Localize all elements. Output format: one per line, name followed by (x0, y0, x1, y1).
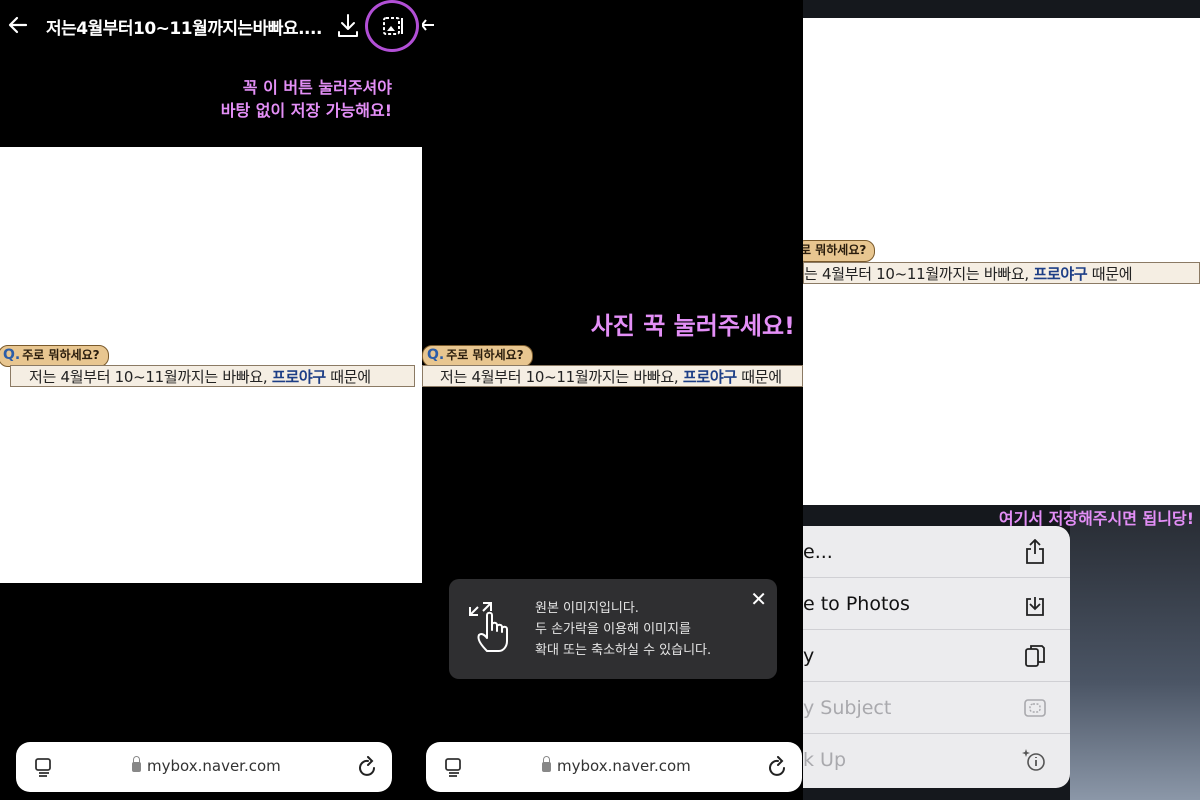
question-tag: Q. 주로 뭐하세요? (422, 345, 533, 367)
menu-item-save-to-photos[interactable]: e to Photos (803, 578, 1070, 630)
menu-item-label: y Subject (803, 697, 892, 719)
panel-1: 저는4월부터10~11월까지는바빠요.... 꼭 이 버튼 눌러주셔야 바탕 없… (0, 0, 422, 800)
copy-icon (1025, 645, 1045, 667)
caption-text: 저는 4월부터 10~11월까지는 바빠요, (440, 368, 683, 386)
save-to-photos-icon (1026, 597, 1044, 616)
reader-icon[interactable] (34, 757, 54, 777)
menu-item-copy[interactable]: y (803, 630, 1070, 682)
subject-icon (1024, 699, 1046, 717)
share-icon (1026, 539, 1044, 564)
caption-tail: 때문에 (325, 368, 371, 386)
question-tag: 로 뭐하세요? (803, 240, 876, 262)
menu-item-label: e to Photos (803, 593, 910, 615)
question-text: 로 뭐하세요? (803, 243, 867, 257)
caption-text: 는 4월부터 10~11월까지는 바빠요, (804, 265, 1034, 283)
menu-item-label: k Up (803, 749, 847, 771)
visual-lookup-icon (1022, 749, 1045, 771)
url-display: mybox.naver.com (132, 756, 281, 775)
panel-2: 사진 꾹 눌러주세요! Q. 주로 뭐하세요? 저는 4월부터 10~11월까지는… (422, 0, 803, 800)
caption-text: 저는 4월부터 10~11월까지는 바빠요, (29, 368, 272, 386)
menu-item-share[interactable]: e... (803, 526, 1070, 578)
pinch-zoom-hand-icon (469, 602, 508, 652)
caption-bar: 저는 4월부터 10~11월까지는 바빠요, 프로야구 때문에 (10, 365, 415, 387)
caption-highlight: 프로야구 (271, 368, 326, 386)
menu-item-copy-subject[interactable]: y Subject (803, 682, 1070, 734)
menu-fragment-icon (422, 19, 434, 31)
caption-tail: 때문에 (736, 368, 782, 386)
caption-bar: 는 4월부터 10~11월까지는 바빠요, 프로야구 때문에 (803, 262, 1200, 284)
toast-message: 원본 이미지입니다. 두 손가락을 이용해 이미지를 확대 또는 축소하실 수 … (535, 601, 712, 658)
menu-item-look-up[interactable]: k Up (803, 734, 1070, 786)
question-tag: Q. 주로 뭐하세요? (0, 345, 109, 367)
caption-highlight: 프로야구 (1033, 265, 1088, 283)
lock-icon (542, 756, 551, 772)
blurred-background (1070, 505, 1200, 800)
address-bar[interactable]: mybox.naver.com (16, 742, 392, 792)
page-title: 저는4월부터10~11월까지는바빠요.... (46, 19, 322, 39)
back-arrow-icon[interactable] (6, 13, 30, 37)
address-bar[interactable]: mybox.naver.com (426, 742, 802, 792)
zoom-toast: 원본 이미지입니다. 두 손가락을 이용해 이미지를 확대 또는 축소하실 수 … (449, 579, 777, 679)
question-text: 주로 뭐하세요? (22, 348, 100, 362)
menu-item-label: y (803, 645, 815, 667)
question-text: 주로 뭐하세요? (446, 348, 524, 362)
url-display: mybox.naver.com (542, 756, 691, 775)
caption-bar[interactable]: 저는 4월부터 10~11월까지는 바빠요, 프로야구 때문에 (422, 365, 803, 387)
reload-icon[interactable] (358, 756, 378, 778)
q-mark: Q. (427, 347, 445, 363)
caption-tail: 때문에 (1087, 265, 1133, 283)
context-menu: e... e to Photos y y Subject k Up (803, 526, 1070, 788)
reader-icon[interactable] (444, 757, 464, 777)
instruction-text: 꼭 이 버튼 눌러주셔야 바탕 없이 저장 가능해요! (220, 78, 392, 120)
q-mark: Q. (3, 347, 21, 363)
download-icon[interactable] (336, 13, 360, 39)
lock-icon (132, 756, 141, 772)
caption-highlight: 프로야구 (682, 368, 737, 386)
panel-3: 로 뭐하세요? 는 4월부터 10~11월까지는 바빠요, 프로야구 때문에 여… (803, 0, 1200, 800)
image-mode-icon[interactable] (381, 14, 405, 38)
instruction-text: 사진 꾹 눌러주세요! (590, 312, 795, 340)
url-text: mybox.naver.com (147, 757, 281, 775)
menu-item-label: e... (803, 541, 833, 563)
close-icon[interactable]: ✕ (750, 587, 767, 611)
reload-icon[interactable] (768, 756, 788, 778)
url-text: mybox.naver.com (557, 757, 691, 775)
